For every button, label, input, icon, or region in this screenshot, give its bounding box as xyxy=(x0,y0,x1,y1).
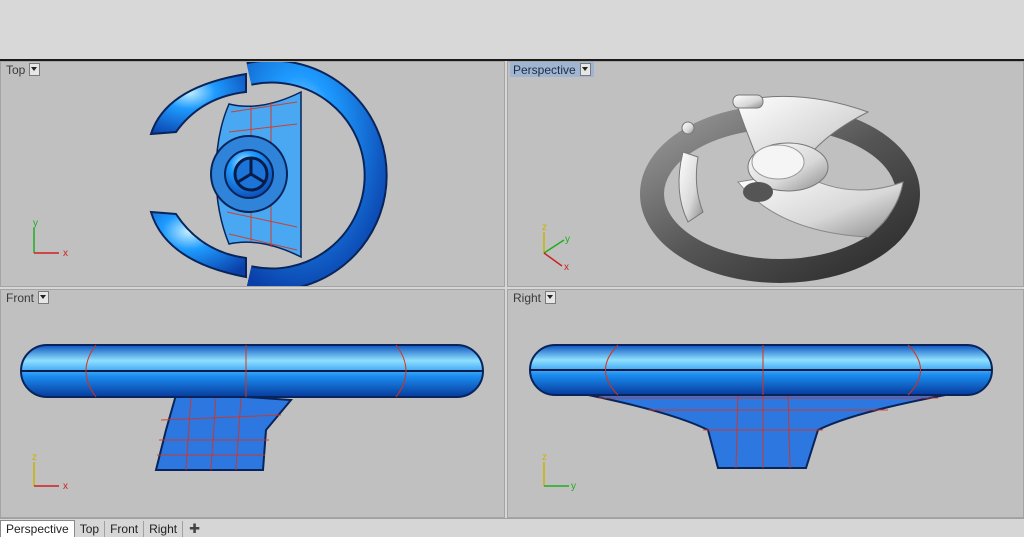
front-view-canvas: z x xyxy=(20,344,484,492)
perspective-view-canvas: z y x xyxy=(542,94,920,283)
viewport-front[interactable]: Front z x xyxy=(0,289,505,518)
dropdown-arrow-icon[interactable] xyxy=(29,63,41,76)
axis-label-z: z xyxy=(32,452,37,463)
axis-label-y: y xyxy=(571,481,576,492)
axis-indicator: z y xyxy=(542,452,576,492)
axis-label-x: x xyxy=(63,248,68,259)
tab-top[interactable]: Top xyxy=(75,521,106,537)
tab-perspective[interactable]: Perspective xyxy=(0,520,75,537)
axis-label-y: y xyxy=(565,234,570,245)
viewport-title-right[interactable]: Right xyxy=(510,290,559,305)
viewport-top[interactable]: Top y x xyxy=(0,61,505,287)
axis-indicator: z y x xyxy=(542,222,570,273)
viewport-label: Right xyxy=(513,290,542,305)
axis-label-x: x xyxy=(564,262,569,273)
viewport-right[interactable]: Right z y xyxy=(507,289,1024,518)
viewport-label: Perspective xyxy=(513,62,576,77)
tab-front[interactable]: Front xyxy=(105,521,145,537)
tab-right[interactable]: Right xyxy=(144,521,184,537)
viewport-label: Front xyxy=(6,290,35,305)
plus-icon[interactable]: ✚ xyxy=(183,521,206,537)
viewport-title-perspective[interactable]: Perspective xyxy=(510,62,594,77)
viewport-tab-bar: Perspective Top Front Right ✚ xyxy=(0,518,1024,537)
axis-indicator: z x xyxy=(32,452,68,492)
axis-label-z: z xyxy=(542,222,547,233)
axis-label-y: y xyxy=(33,218,38,229)
axis-label-x: x xyxy=(63,481,68,492)
dropdown-arrow-icon[interactable] xyxy=(545,291,557,304)
axis-indicator: y x xyxy=(33,218,68,259)
viewport-perspective[interactable]: Perspective z y x xyxy=(507,61,1024,287)
top-view-canvas: y x xyxy=(33,62,388,286)
axis-label-z: z xyxy=(542,452,547,463)
viewport-title-top[interactable]: Top xyxy=(3,62,43,77)
dropdown-arrow-icon[interactable] xyxy=(38,291,50,304)
dropdown-arrow-icon[interactable] xyxy=(579,63,591,76)
command-area xyxy=(0,0,1024,61)
viewport-label: Top xyxy=(6,62,26,77)
viewport-title-front[interactable]: Front xyxy=(3,290,52,305)
right-view-canvas: z y xyxy=(529,344,993,492)
